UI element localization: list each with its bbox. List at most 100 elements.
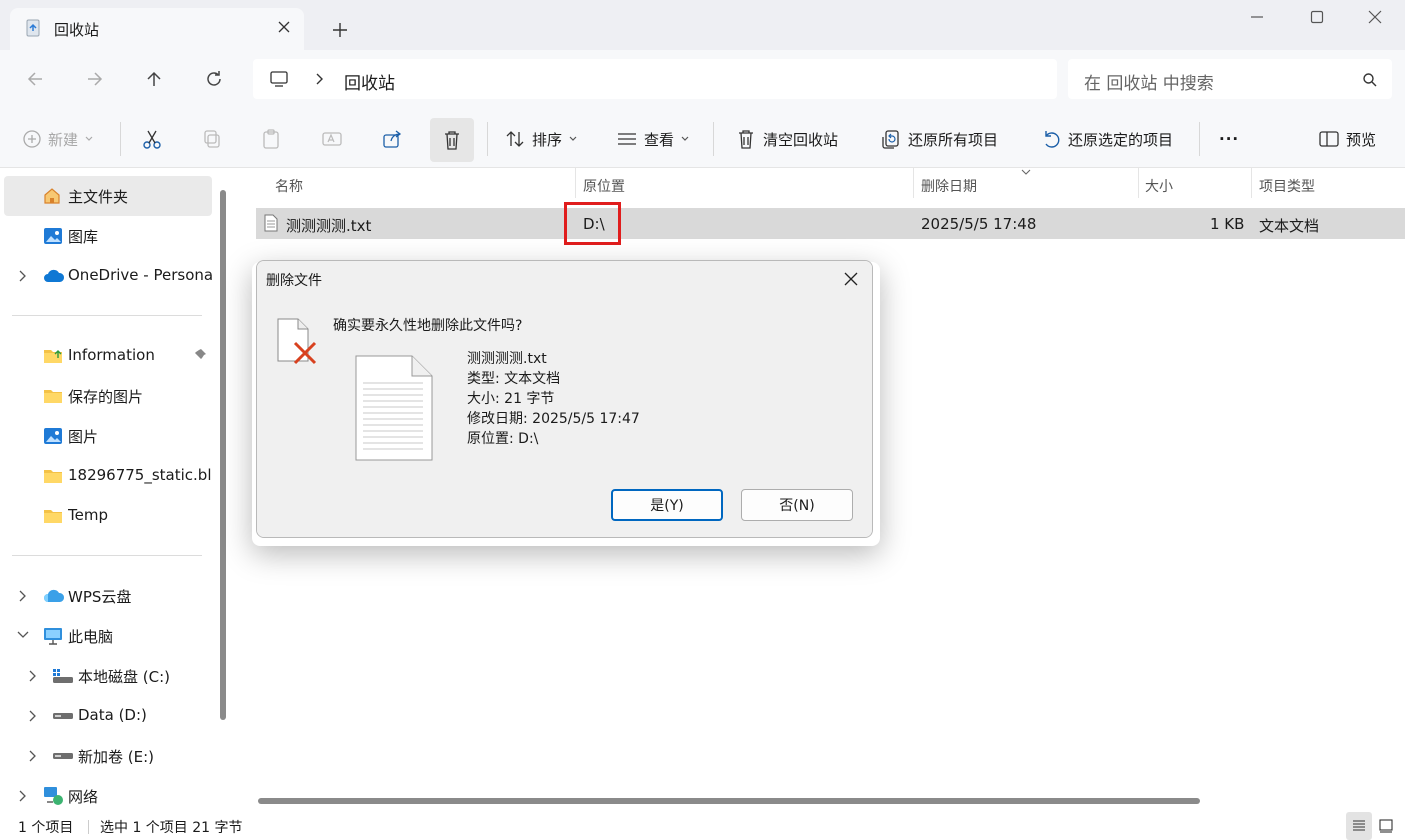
no-label: 否(N) xyxy=(779,498,815,514)
confirm-question: 确实要永久性地删除此文件吗? xyxy=(333,318,523,334)
dialog-title: 删除文件 xyxy=(266,273,322,289)
forward-arrow-icon[interactable] xyxy=(84,68,106,90)
column-header-location[interactable]: 原位置 xyxy=(583,176,625,196)
chevron-right-icon[interactable] xyxy=(313,72,325,86)
chevron-down-icon[interactable] xyxy=(16,629,30,641)
yes-label: 是(Y) xyxy=(650,498,684,514)
sidebar-item-network[interactable]: 网络 xyxy=(0,776,212,816)
new-tab-button[interactable] xyxy=(330,20,350,40)
delete-file-warning-icon xyxy=(275,317,319,365)
back-arrow-icon[interactable] xyxy=(24,68,46,90)
search-icon xyxy=(1362,72,1378,88)
drive-icon xyxy=(52,746,74,766)
sidebar-item-pictures[interactable]: 图片 xyxy=(0,416,212,456)
chevron-right-icon[interactable] xyxy=(26,749,38,763)
sidebar-item-temp[interactable]: Temp xyxy=(0,496,212,536)
delete-file-dialog: 删除文件 确实要永久性地删除此文件吗? 测测测测.txt 类型: 文本文档 大小… xyxy=(256,260,873,538)
sidebar-item-drive-c[interactable]: 本地磁盘 (C:) xyxy=(0,656,212,696)
text-file-icon xyxy=(263,214,279,232)
close-dialog-icon[interactable] xyxy=(843,271,859,287)
rename-button[interactable] xyxy=(321,110,343,168)
status-divider xyxy=(88,820,89,834)
tab-recycle-bin[interactable]: 回收站 xyxy=(10,8,304,50)
sidebar-divider xyxy=(12,555,202,556)
minimize-button[interactable] xyxy=(1248,8,1266,26)
sidebar-item-gallery[interactable]: 图库 xyxy=(0,216,212,256)
dialog-title-bar: 删除文件 xyxy=(257,261,872,299)
column-divider[interactable] xyxy=(1251,168,1252,198)
refresh-icon[interactable] xyxy=(203,68,225,90)
copy-button[interactable] xyxy=(201,110,223,168)
maximize-button[interactable] xyxy=(1308,8,1326,26)
sidebar-item-onedrive[interactable]: OneDrive - Personal xyxy=(0,256,212,296)
column-divider[interactable] xyxy=(575,168,576,198)
delete-button[interactable] xyxy=(430,118,474,162)
sidebar-pinned-label: Information xyxy=(68,346,155,364)
sort-button[interactable]: 排序 xyxy=(504,110,578,168)
rename-icon xyxy=(322,132,342,146)
restore-all-label: 还原所有项目 xyxy=(908,130,999,149)
paste-button[interactable] xyxy=(260,110,282,168)
chevron-right-icon[interactable] xyxy=(16,589,28,603)
column-header-type[interactable]: 项目类型 xyxy=(1259,176,1315,196)
restore-all-icon xyxy=(882,130,899,149)
empty-recycle-bin-button[interactable]: 清空回收站 xyxy=(735,110,838,168)
chevron-right-icon[interactable] xyxy=(26,669,38,683)
sidebar-item-home[interactable]: 主文件夹 xyxy=(4,176,212,216)
details-view-button[interactable] xyxy=(1346,812,1372,840)
column-divider[interactable] xyxy=(913,168,914,198)
view-button[interactable]: 查看 xyxy=(616,110,690,168)
sidebar-item-saved-pictures[interactable]: 保存的图片 xyxy=(0,376,212,416)
table-row[interactable]: 测测测测.txt D:\ 2025/5/5 17:48 1 KB 文本文档 xyxy=(256,208,1405,239)
sidebar-item-static-blob[interactable]: 18296775_static.blob xyxy=(0,456,212,496)
close-tab-icon[interactable] xyxy=(276,19,292,35)
chevron-right-icon[interactable] xyxy=(16,269,28,283)
chevron-down-icon xyxy=(681,136,689,141)
pin-icon[interactable] xyxy=(193,348,207,362)
no-button[interactable]: 否(N) xyxy=(741,489,853,521)
sidebar-network-label: 网络 xyxy=(68,788,99,806)
preview-pane-button[interactable]: 预览 xyxy=(1318,110,1376,168)
more-options-button[interactable]: ··· xyxy=(1219,110,1239,168)
empty-bin-label: 清空回收站 xyxy=(763,130,839,149)
search-input[interactable]: 在 回收站 中搜索 xyxy=(1068,59,1392,99)
restore-selected-button[interactable]: 还原选定的项目 xyxy=(1040,110,1173,168)
navigation-pane: 主文件夹 图库 OneDrive - Personal Information … xyxy=(0,168,232,812)
cut-button[interactable] xyxy=(141,110,163,168)
breadcrumb-recycle-bin[interactable]: 回收站 xyxy=(344,69,395,94)
sidebar-wps-label: WPS云盘 xyxy=(68,588,132,606)
sidebar-item-information[interactable]: Information xyxy=(0,336,212,376)
column-divider[interactable] xyxy=(1138,168,1139,198)
view-label: 查看 xyxy=(644,130,675,149)
sidebar-item-this-pc[interactable]: 此电脑 xyxy=(0,616,212,656)
monitor-icon xyxy=(43,626,63,646)
scissors-icon xyxy=(143,130,161,149)
sidebar-item-drive-e[interactable]: 新加卷 (E:) xyxy=(0,736,212,776)
chevron-right-icon[interactable] xyxy=(16,789,28,803)
up-arrow-icon[interactable] xyxy=(143,68,165,90)
computer-icon xyxy=(269,69,289,89)
sort-label: 排序 xyxy=(532,130,563,149)
share-button[interactable] xyxy=(381,110,403,168)
chevron-right-icon[interactable] xyxy=(26,709,38,723)
address-bar[interactable]: 回收站 xyxy=(253,59,1057,99)
new-button[interactable]: 新建 xyxy=(22,110,94,168)
sidebar-drive-label: 新加卷 (E:) xyxy=(78,748,155,766)
tiles-view-button[interactable] xyxy=(1378,818,1394,834)
column-header-size[interactable]: 大小 xyxy=(1145,176,1173,196)
close-window-button[interactable] xyxy=(1366,8,1384,26)
new-label: 新建 xyxy=(48,130,79,149)
column-header-date[interactable]: 删除日期 xyxy=(921,176,977,196)
restore-all-button[interactable]: 还原所有项目 xyxy=(880,110,998,168)
undo-icon xyxy=(1045,131,1060,148)
sidebar-item-wps[interactable]: WPS云盘 xyxy=(0,576,212,616)
file-name-cell: 测测测测.txt xyxy=(286,217,372,235)
sidebar-item-drive-d[interactable]: Data (D:) xyxy=(0,696,212,736)
sidebar-scrollbar[interactable] xyxy=(220,190,226,720)
yes-button[interactable]: 是(Y) xyxy=(611,489,723,521)
clipboard-icon xyxy=(263,129,279,149)
folder-icon xyxy=(43,386,63,406)
horizontal-scrollbar[interactable] xyxy=(258,798,1200,804)
sidebar-pinned-label: Temp xyxy=(68,506,108,524)
column-header-name[interactable]: 名称 xyxy=(275,176,303,196)
